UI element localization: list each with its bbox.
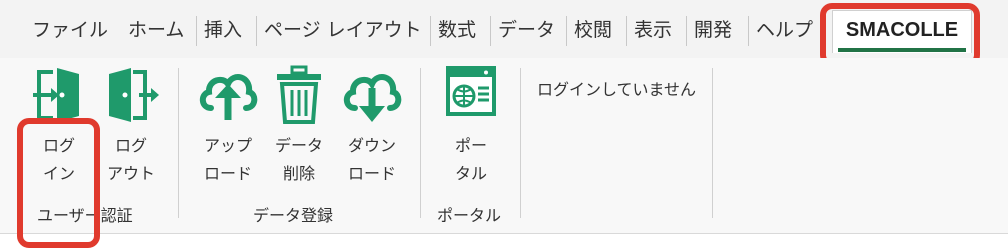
tab-separator	[256, 16, 257, 46]
portal-button[interactable]: ポー タル	[436, 58, 506, 193]
group-separator	[520, 68, 521, 218]
tab-developer[interactable]: 開発	[694, 12, 732, 48]
tab-separator	[196, 16, 197, 46]
ribbon-tab-bar: ファイル ホーム 挿入 ページ レイアウト 数式 データ 校閲 表示 開発 ヘル…	[0, 0, 1008, 67]
tab-file[interactable]: ファイル	[32, 12, 108, 48]
logout-button[interactable]: ログ アウト	[96, 58, 166, 193]
tab-home[interactable]: ホーム	[128, 12, 184, 48]
download-button[interactable]: ダウン ロード	[337, 58, 407, 193]
group-label-data-register: データ登録	[253, 206, 334, 225]
tab-separator	[626, 16, 627, 46]
download-label-line1: ダウン	[347, 136, 396, 155]
upload-button[interactable]: アップ ロード	[193, 58, 263, 193]
tab-help[interactable]: ヘルプ	[756, 12, 813, 48]
group-label-portal: ポータル	[437, 206, 502, 225]
web-portal-icon	[444, 64, 498, 124]
trash-icon	[274, 64, 324, 130]
tab-separator	[430, 16, 431, 46]
cloud-download-icon	[341, 64, 403, 128]
highlight-box-login-button	[17, 118, 100, 248]
tab-separator	[748, 16, 749, 46]
logout-door-icon	[103, 64, 159, 130]
tab-page-layout[interactable]: ページ レイアウト	[264, 12, 422, 48]
tab-view[interactable]: 表示	[634, 12, 672, 48]
tab-separator	[490, 16, 491, 46]
tab-formulas[interactable]: 数式	[438, 12, 476, 48]
tab-data[interactable]: データ	[498, 12, 555, 48]
tab-separator	[686, 16, 687, 46]
tab-insert[interactable]: 挿入	[204, 12, 242, 48]
cloud-upload-icon	[197, 64, 259, 128]
login-status-text: ログインしていません	[537, 80, 697, 99]
group-separator	[178, 68, 179, 218]
delete-data-button[interactable]: データ 削除	[264, 58, 334, 193]
download-label-line2: ロード	[347, 164, 396, 183]
tab-separator	[566, 16, 567, 46]
portal-label-line2: タル	[454, 164, 487, 183]
ribbon-panel: ログ イン ログ アウト ユーザー認証 アップ ロード データ 削除 ダウン ロ…	[0, 58, 1008, 248]
group-separator	[712, 68, 713, 218]
group-separator	[420, 68, 421, 218]
tab-review[interactable]: 校閲	[574, 12, 612, 48]
portal-label-line1: ポー	[454, 136, 487, 155]
